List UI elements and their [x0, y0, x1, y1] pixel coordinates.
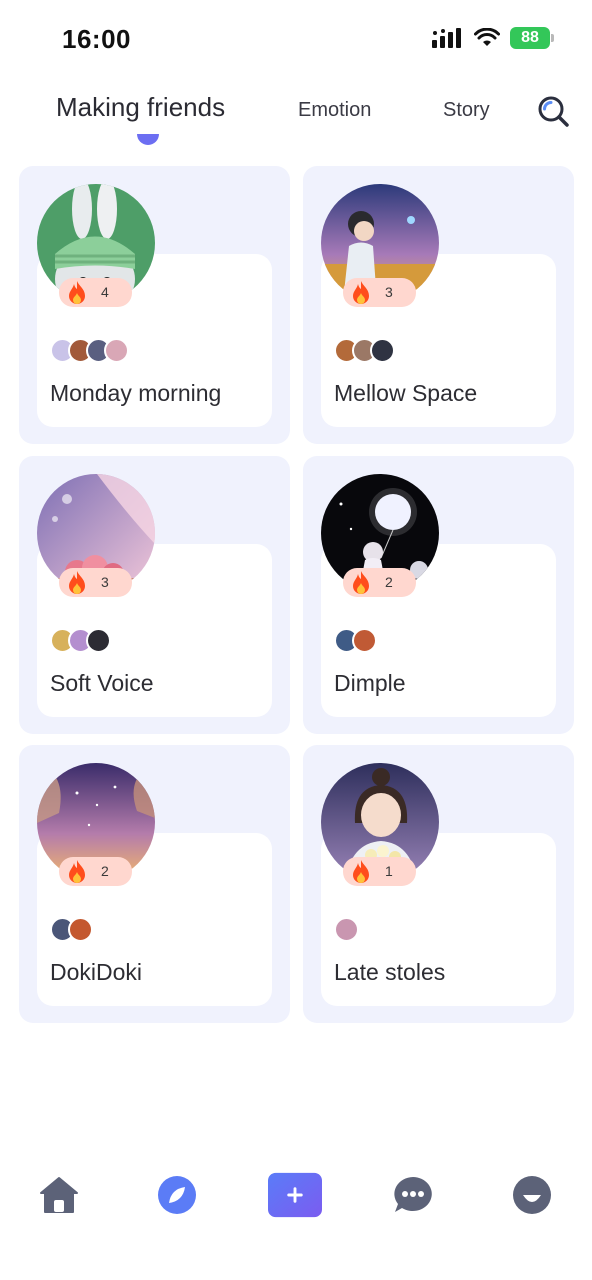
- member-avatars: [334, 917, 359, 943]
- heat-count: 4: [101, 284, 109, 300]
- category-tabs: Making friends Emotion Story: [0, 86, 592, 150]
- member-avatar: [68, 917, 93, 942]
- heat-badge: 4: [59, 278, 132, 307]
- room-card[interactable]: 2 Dimple: [303, 456, 574, 734]
- heat-badge: 2: [343, 568, 416, 597]
- profile-icon: [513, 1176, 551, 1214]
- fire-icon: [69, 570, 85, 594]
- member-avatar: [334, 917, 359, 942]
- search-icon: [538, 96, 569, 127]
- status-bar: 16:00 88: [0, 0, 592, 80]
- room-title: DokiDoki: [50, 959, 143, 985]
- member-avatars: [334, 338, 395, 364]
- room-title: Late stoles: [334, 959, 446, 985]
- room-title: Monday morning: [50, 380, 222, 406]
- heat-count: 2: [101, 863, 109, 879]
- room-title: Mellow Space: [334, 380, 478, 406]
- nav-profile[interactable]: [505, 1168, 559, 1222]
- room-card[interactable]: 3 Soft Voice: [19, 456, 290, 734]
- active-tab-indicator: [137, 134, 159, 145]
- fire-icon: [353, 280, 369, 304]
- battery-level: 88: [521, 29, 539, 46]
- heat-count: 1: [385, 863, 393, 879]
- member-avatar: [352, 628, 377, 653]
- member-avatar: [370, 338, 395, 363]
- heat-badge: 1: [343, 857, 416, 886]
- member-avatars: [50, 917, 93, 943]
- status-time: 16:00: [62, 24, 131, 54]
- search-button[interactable]: [536, 94, 570, 128]
- room-card[interactable]: 3 Mellow Space: [303, 166, 574, 444]
- tab-making-friends[interactable]: Making friends: [56, 92, 225, 123]
- room-card[interactable]: 1 Late stoles: [303, 745, 574, 1023]
- heat-count: 3: [101, 574, 109, 590]
- cellular-signal-icon: [432, 28, 461, 48]
- member-avatars: [334, 628, 377, 654]
- add-icon: [268, 1172, 322, 1218]
- tab-story[interactable]: Story: [443, 99, 490, 122]
- room-card[interactable]: 4 Monday morning: [19, 166, 290, 444]
- status-icons: 88: [432, 27, 554, 49]
- nav-discover[interactable]: [150, 1168, 204, 1222]
- heat-badge: 2: [59, 857, 132, 886]
- heat-badge: 3: [59, 568, 132, 597]
- member-avatars: [50, 338, 129, 364]
- member-avatars: [50, 628, 111, 654]
- member-avatar: [86, 628, 111, 653]
- page: 16:00 88 Making friends Emotion Story 4 …: [0, 0, 592, 1280]
- fire-icon: [353, 859, 369, 883]
- fire-icon: [69, 859, 85, 883]
- chat-icon: [394, 1177, 432, 1212]
- heat-badge: 3: [343, 278, 416, 307]
- bottom-nav: [0, 1150, 592, 1240]
- room-title: Dimple: [334, 670, 406, 696]
- nav-messages[interactable]: [386, 1168, 440, 1222]
- nav-home[interactable]: [32, 1168, 86, 1222]
- heat-count: 2: [385, 574, 393, 590]
- home-icon: [40, 1177, 78, 1213]
- discover-icon: [158, 1176, 196, 1214]
- battery-indicator: 88: [510, 27, 554, 49]
- tab-emotion[interactable]: Emotion: [298, 99, 371, 122]
- room-title: Soft Voice: [50, 670, 154, 696]
- member-avatar: [104, 338, 129, 363]
- heat-count: 3: [385, 284, 393, 300]
- room-card[interactable]: 2 DokiDoki: [19, 745, 290, 1023]
- fire-icon: [69, 280, 85, 304]
- wifi-icon: [474, 28, 500, 46]
- nav-create[interactable]: [268, 1168, 322, 1222]
- fire-icon: [353, 570, 369, 594]
